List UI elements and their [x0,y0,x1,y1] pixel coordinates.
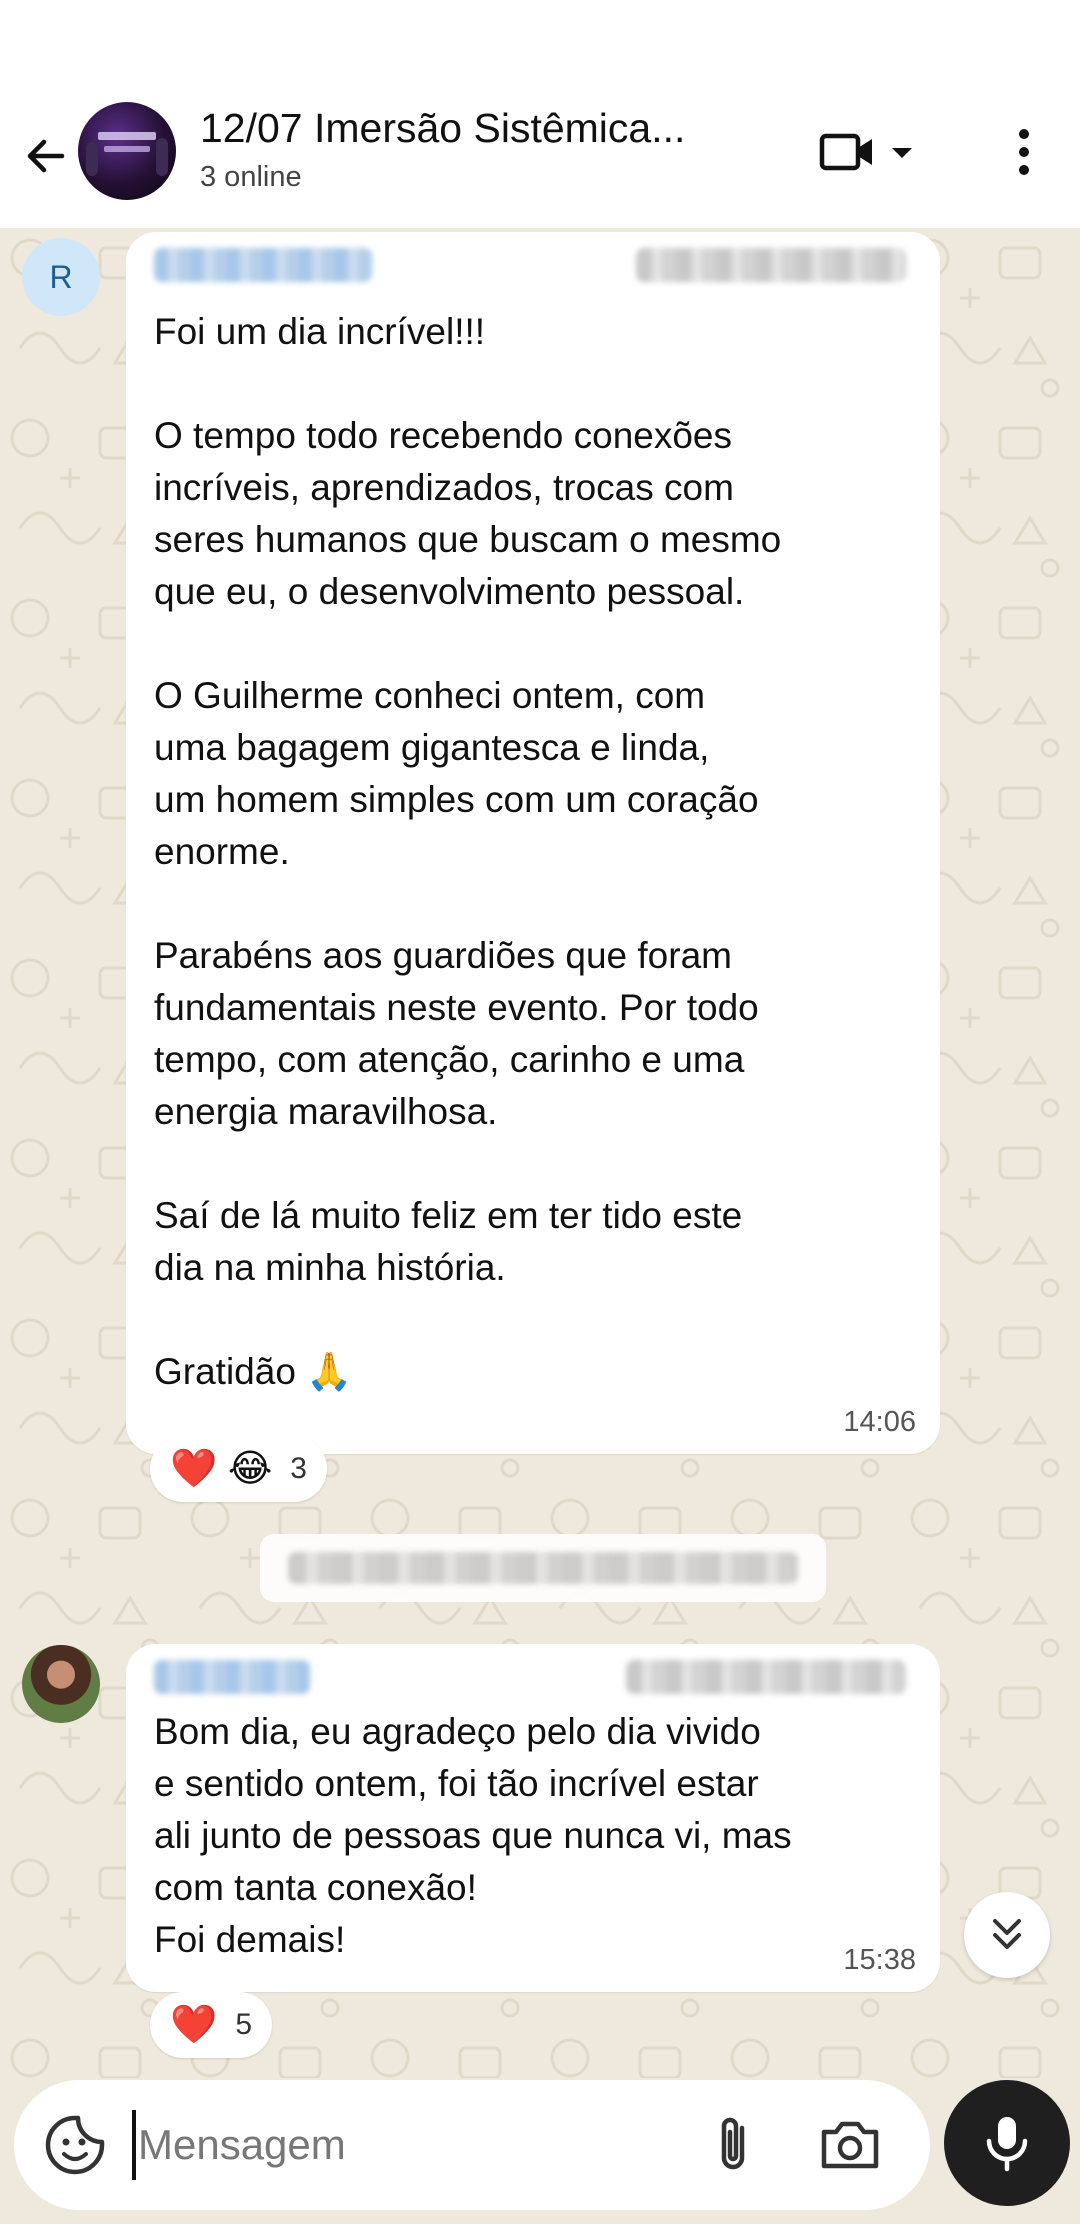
message-line: seres humanos que buscam o mesmo [154,519,782,560]
online-status: 3 online [200,161,302,194]
message-line [154,1138,781,1190]
reaction-pill[interactable]: ❤️ 5 [150,1992,273,2058]
voice-message-button[interactable] [944,2080,1070,2206]
sticker-button[interactable] [42,2112,108,2178]
video-camera-icon [819,133,872,171]
message-line: um homem simples com um coração [154,779,759,820]
sender-name-redacted [154,1660,310,1694]
date-separator-redacted [288,1552,798,1584]
message-text: Bom dia, eu agradeço pelo dia vivido e se… [154,1706,792,1966]
message-line: ali junto de pessoas que nunca vi, mas [154,1815,792,1856]
message-line: fundamentais neste evento. Por todo [154,987,759,1028]
message-line: Foi um dia incrível!!! [154,311,486,352]
message-line: energia maravilhosa. [154,1091,498,1132]
sender-avatar[interactable]: R [22,238,100,316]
message-line: incríveis, aprendizados, trocas com [154,467,734,508]
camera-icon [821,2121,879,2169]
reaction-emojis: ❤️ 😂 [170,1448,273,1490]
reaction-count: 3 [290,1452,307,1485]
message-line: enorme. [154,831,290,872]
message-input[interactable] [138,2110,668,2180]
message-line: Saí de lá muito feliz em ter tido este [154,1195,743,1236]
message-bubble[interactable]: Foi um dia incrível!!! O tempo todo rece… [126,232,940,1454]
message-bubble[interactable]: Bom dia, eu agradeço pelo dia vivido e se… [126,1644,940,1992]
message-list[interactable]: R Foi um dia incrível!!! O tempo todo re… [0,228,1080,2078]
chat-title: 12/07 Imersão Sistêmica... [200,105,686,151]
sender-name-redacted [154,248,372,282]
video-call-button[interactable] [818,120,938,184]
camera-button[interactable] [814,2112,886,2178]
sender-phone-redacted [636,248,906,282]
attach-button[interactable] [702,2112,768,2178]
microphone-icon [986,2117,1028,2172]
message-line: dia na minha história. [154,1247,506,1288]
status-bar [0,0,1080,92]
message-line: tempo, com atenção, carinho e uma [154,1039,745,1080]
message-line: Gratidão 🙏 [154,1351,353,1392]
date-separator [260,1534,826,1602]
chevron-down-icon [892,148,912,158]
double-chevron-down-icon [993,1919,1021,1949]
reaction-pill[interactable]: ❤️ 😂 3 [150,1436,327,1502]
chat-title-area[interactable]: 12/07 Imersão Sistêmica... 3 online [200,104,770,194]
message-line: e sentido ontem, foi tão incrível estar [154,1763,759,1804]
message-line: O tempo todo recebendo conexões [154,415,732,456]
paperclip-icon [721,2117,745,2170]
message-line: O Guilherme conheci ontem, com [154,675,706,716]
message-line: Foi demais! [154,1919,346,1960]
message-line [154,1294,781,1346]
message-line: com tanta conexão! [154,1867,477,1908]
reaction-count: 5 [235,2008,253,2041]
message-time: 14:06 [843,1406,916,1438]
message-line: uma bagagem gigantesca e linda, [154,727,710,768]
message-line: que eu, o desenvolvimento pessoal. [154,571,745,612]
sticker-icon [45,2115,105,2175]
message-line: Bom dia, eu agradeço pelo dia vivido [154,1711,761,1752]
sender-phone-redacted [626,1660,906,1694]
message-line [154,618,781,670]
message-line [154,878,781,930]
message-text: Foi um dia incrível!!! O tempo todo rece… [154,306,781,1398]
message-line: Parabéns aos guardiões que foram [154,935,732,976]
chat-header: 12/07 Imersão Sistêmica... 3 online [0,92,1080,228]
more-vert-icon [1019,129,1029,175]
message-time: 15:38 [843,1944,916,1976]
more-options-button[interactable] [1000,120,1048,184]
arrow-left-icon [27,139,65,173]
message-line [154,358,781,410]
group-avatar[interactable] [78,102,176,200]
text-cursor [132,2110,136,2180]
reaction-emojis: ❤️ [170,2004,218,2046]
back-button[interactable] [18,128,74,184]
message-composer [14,2080,930,2210]
scroll-to-bottom-button[interactable] [964,1892,1050,1978]
sender-avatar-photo[interactable] [22,1645,100,1723]
